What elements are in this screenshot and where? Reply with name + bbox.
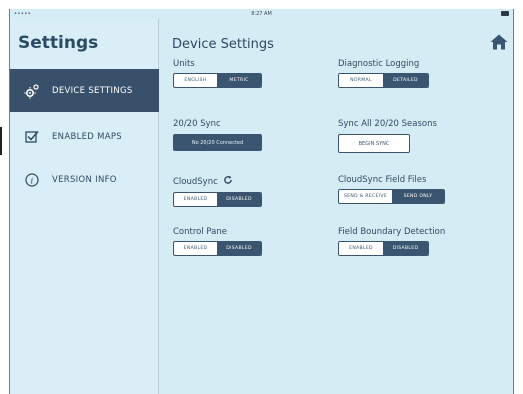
units-label: Units bbox=[173, 59, 195, 69]
field-files-option-send-only[interactable]: SEND ONLY bbox=[391, 190, 444, 203]
cloudsync-label: CloudSync bbox=[173, 177, 218, 187]
logging-option-detailed[interactable]: DETAILED bbox=[383, 74, 428, 87]
cloudsync-field-files-setting: CloudSync Field Files SEND & RECEIVE SEN… bbox=[338, 175, 445, 204]
page-edge-marker bbox=[0, 127, 2, 155]
cloudsync-option-enabled[interactable]: ENABLED bbox=[174, 193, 218, 206]
status-bar: ••••• 8:27 AM bbox=[10, 9, 513, 19]
control-pane-toggle: ENABLED DISABLED bbox=[173, 241, 262, 256]
cloudsync-label-row: CloudSync bbox=[173, 175, 262, 188]
cloudsync-field-files-label: CloudSync Field Files bbox=[338, 175, 427, 185]
cloudsync-setting: CloudSync ENABLED DISABLED bbox=[173, 175, 262, 207]
page-title: Device Settings bbox=[172, 37, 274, 52]
units-toggle: ENGLISH METRIC bbox=[173, 73, 262, 88]
field-boundary-option-disabled[interactable]: DISABLED bbox=[383, 242, 428, 255]
units-option-metric[interactable]: METRIC bbox=[217, 74, 261, 87]
field-boundary-setting: Field Boundary Detection ENABLED DISABLE… bbox=[338, 227, 445, 256]
sync-2020-label: 20/20 Sync bbox=[173, 119, 221, 129]
control-pane-option-disabled[interactable]: DISABLED bbox=[217, 242, 261, 255]
sync-icon bbox=[223, 175, 233, 188]
begin-sync-button[interactable]: BEGIN SYNC bbox=[338, 134, 410, 153]
sidebar-item-enabled-maps[interactable]: ENABLED MAPS bbox=[10, 115, 159, 158]
cloudsync-option-disabled[interactable]: DISABLED bbox=[217, 193, 261, 206]
sync-all-seasons-setting: Sync All 20/20 Seasons BEGIN SYNC bbox=[338, 119, 437, 153]
checkbox-icon bbox=[24, 129, 40, 145]
control-pane-setting: Control Pane ENABLED DISABLED bbox=[173, 227, 262, 256]
field-boundary-option-enabled[interactable]: ENABLED bbox=[339, 242, 384, 255]
diagnostic-logging-label: Diagnostic Logging bbox=[338, 59, 420, 69]
field-boundary-toggle: ENABLED DISABLED bbox=[338, 241, 429, 256]
battery-icon bbox=[501, 11, 509, 16]
sidebar-item-version-info[interactable]: i VERSION INFO bbox=[10, 158, 159, 201]
field-boundary-label: Field Boundary Detection bbox=[338, 227, 446, 237]
status-time: 8:27 AM bbox=[251, 11, 272, 17]
no-2020-connected-button[interactable]: No 20/20 Connected bbox=[173, 134, 262, 151]
diagnostic-logging-setting: Diagnostic Logging NORMAL DETAILED bbox=[338, 59, 429, 88]
sidebar-title: Settings bbox=[18, 33, 99, 53]
logging-option-normal[interactable]: NORMAL bbox=[339, 74, 384, 87]
units-setting: Units ENGLISH METRIC bbox=[173, 59, 262, 88]
sync-all-seasons-label: Sync All 20/20 Seasons bbox=[338, 119, 437, 129]
home-icon[interactable] bbox=[490, 34, 508, 50]
sidebar-item-label: VERSION INFO bbox=[52, 174, 117, 185]
cloudsync-toggle: ENABLED DISABLED bbox=[173, 192, 262, 207]
cloudsync-field-files-toggle: SEND & RECEIVE SEND ONLY bbox=[338, 189, 445, 204]
gears-icon bbox=[24, 83, 40, 99]
field-files-option-send-receive[interactable]: SEND & RECEIVE bbox=[339, 190, 392, 203]
sidebar-item-label: ENABLED MAPS bbox=[52, 131, 122, 142]
units-option-english[interactable]: ENGLISH bbox=[174, 74, 218, 87]
sidebar: Settings DEVICE SETTINGS ENABLED MAPS i … bbox=[10, 19, 159, 394]
main-panel: Device Settings Units ENGLISH METRIC Dia… bbox=[160, 19, 515, 394]
diagnostic-logging-toggle: NORMAL DETAILED bbox=[338, 73, 429, 88]
control-pane-option-enabled[interactable]: ENABLED bbox=[174, 242, 218, 255]
svg-text:i: i bbox=[31, 176, 34, 185]
ipad-screen: ••••• 8:27 AM Settings DEVICE SETTINGS E… bbox=[9, 9, 514, 394]
info-icon: i bbox=[24, 172, 40, 188]
sync-2020-setting: 20/20 Sync No 20/20 Connected bbox=[173, 119, 262, 151]
sidebar-item-device-settings[interactable]: DEVICE SETTINGS bbox=[10, 69, 159, 112]
sidebar-item-label: DEVICE SETTINGS bbox=[52, 85, 133, 96]
control-pane-label: Control Pane bbox=[173, 227, 227, 237]
